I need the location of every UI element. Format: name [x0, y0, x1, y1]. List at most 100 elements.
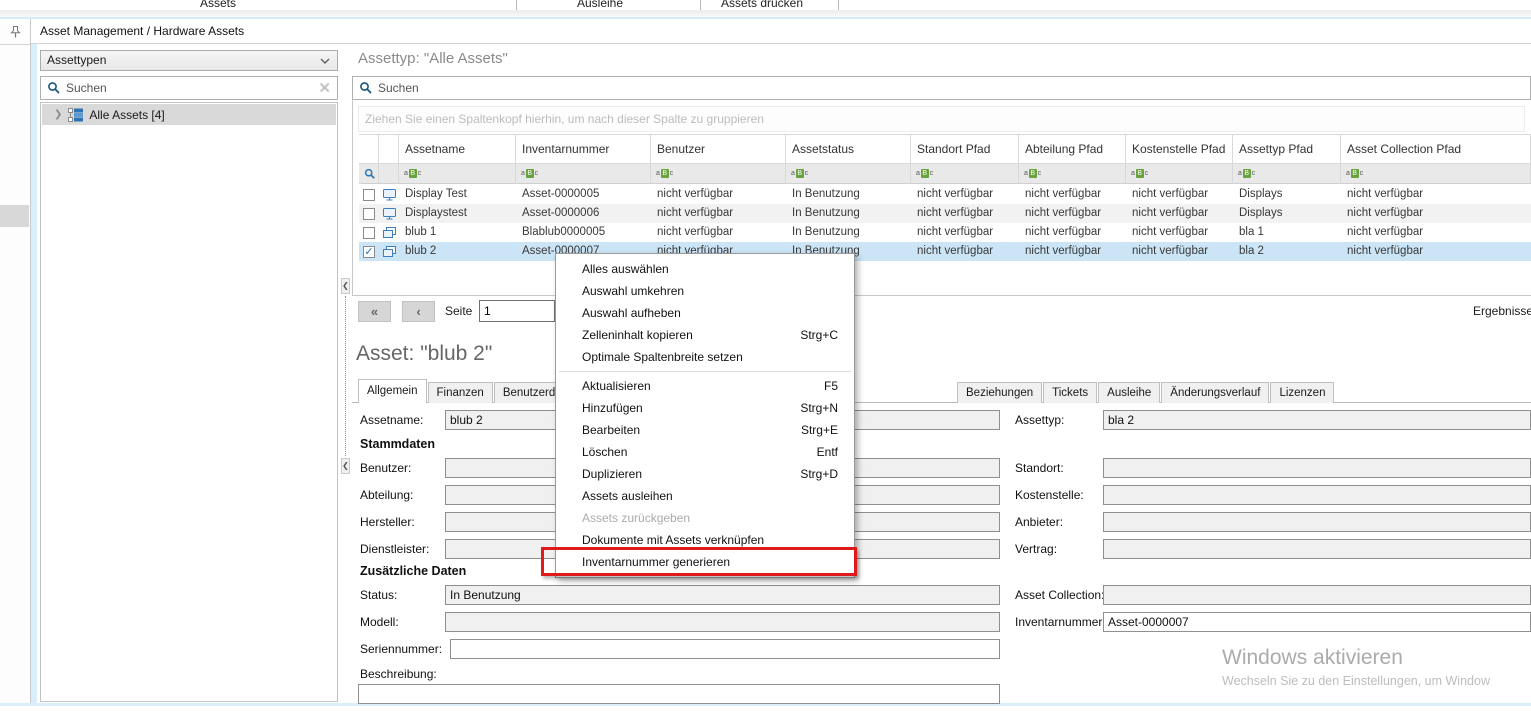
panel-splitter[interactable]: ❮ ❮ — [341, 278, 350, 474]
previous-page-button[interactable]: ‹ — [402, 301, 435, 322]
row-checkbox[interactable] — [363, 227, 375, 239]
windows-activation-watermark-sub: Wechseln Sie zu den Einstellungen, um Wi… — [1222, 674, 1490, 688]
assettypen-dropdown[interactable]: Assettypen — [40, 50, 338, 71]
menu-item-bearbeiten[interactable]: BearbeitenStrg+E — [556, 419, 854, 441]
column-header[interactable]: Benutzer — [651, 134, 786, 164]
sidebar-search-input[interactable] — [66, 79, 318, 97]
row-checkbox-checked[interactable]: ✓ — [363, 246, 375, 258]
detail-title: Asset: "blub 2" — [356, 342, 492, 366]
beschreibung-label: Beschreibung: — [360, 664, 437, 684]
menu-separator — [559, 371, 851, 372]
tab-lizenzen[interactable]: Lizenzen — [1270, 382, 1334, 403]
text-filter-icon: aBc — [791, 169, 808, 178]
search-icon — [47, 81, 61, 95]
dienstleister-label: Dienstleister: — [360, 539, 429, 559]
table-row[interactable]: blub 1Blablub0000005 nicht verfügbarIn B… — [359, 223, 1531, 242]
menu-item-auswahl-aufheben[interactable]: Auswahl aufheben — [556, 302, 854, 324]
column-header[interactable]: Inventarnummer — [516, 134, 651, 164]
collapse-left-icon[interactable]: ❮ — [341, 458, 350, 474]
benutzer-label: Benutzer: — [360, 458, 411, 478]
pin-button[interactable] — [0, 19, 30, 45]
grid-header-row: Assetname Inventarnummer Benutzer Assets… — [359, 134, 1531, 164]
monitor-icon — [383, 208, 396, 220]
ribbon-separator — [838, 0, 839, 10]
tab-allgemein[interactable]: Allgemein — [358, 379, 427, 403]
menu-item-duplizieren[interactable]: DuplizierenStrg+D — [556, 463, 854, 485]
kostenstelle-input[interactable] — [1103, 485, 1531, 505]
table-row[interactable]: DisplaystestAsset-0000006 nicht verfügba… — [359, 204, 1531, 223]
tab-aenderungsverlauf[interactable]: Änderungsverlauf — [1161, 382, 1269, 403]
tab-ausleihe[interactable]: Ausleihe — [1098, 382, 1160, 403]
column-header[interactable]: Asset Collection Pfad — [1341, 134, 1531, 164]
header-select-column[interactable] — [359, 134, 379, 164]
menu-item-loeschen[interactable]: LöschenEntf — [556, 441, 854, 463]
windows-icon — [383, 227, 396, 239]
assettyp-input[interactable] — [1103, 410, 1531, 430]
vertrag-label: Vertrag: — [1015, 539, 1057, 559]
menu-item-optimale-spaltenbreite[interactable]: Optimale Spaltenbreite setzen — [556, 346, 854, 368]
ribbon-tab-assets[interactable]: Assets — [180, 0, 256, 10]
text-filter-icon: aBc — [1024, 169, 1041, 178]
column-header[interactable]: Standort Pfad — [911, 134, 1019, 164]
tab-finanzen[interactable]: Finanzen — [428, 382, 493, 403]
grid-filter-row: aBc aBc aBc aBc aBc aBc aBc aBc aBc — [359, 164, 1531, 184]
tab-beziehungen[interactable]: Beziehungen — [957, 382, 1042, 403]
collapse-left-icon[interactable]: ❮ — [341, 278, 350, 294]
tree-item-alle-assets[interactable]: ❯ Alle Assets [4] — [42, 104, 336, 125]
asset-collection-input[interactable] — [1103, 585, 1531, 605]
menu-item-auswahl-umkehren[interactable]: Auswahl umkehren — [556, 280, 854, 302]
chevron-down-icon — [320, 58, 330, 64]
column-header[interactable]: Assetname — [399, 134, 516, 164]
filter-cell[interactable]: aBc — [1233, 164, 1341, 184]
vertrag-input[interactable] — [1103, 539, 1531, 559]
modell-input[interactable] — [445, 612, 1000, 632]
filter-cell[interactable]: aBc — [911, 164, 1019, 184]
filter-search-cell[interactable] — [359, 164, 379, 184]
ribbon-tab-row: Assets Ausleihe Assets drucken — [0, 0, 1531, 10]
table-row-selected[interactable]: ✓ blub 2Asset-0000007 nicht verfügbarIn … — [359, 242, 1531, 261]
sidebar-search: ✕ — [40, 76, 338, 100]
clear-search-icon[interactable]: ✕ — [318, 81, 331, 96]
menu-item-alles-auswaehlen[interactable]: Alles auswählen — [556, 258, 854, 280]
row-checkbox[interactable] — [363, 208, 375, 220]
ribbon-tab-assets-drucken[interactable]: Assets drucken — [712, 0, 812, 10]
menu-item-inventarnummer-generieren[interactable]: Inventarnummer generieren — [556, 551, 854, 573]
seriennummer-input[interactable] — [450, 639, 1000, 659]
filter-cell[interactable]: aBc — [1341, 164, 1531, 184]
tab-tickets[interactable]: Tickets — [1043, 382, 1097, 403]
first-page-button[interactable]: « — [358, 301, 391, 322]
status-input[interactable] — [445, 585, 1000, 605]
filter-cell[interactable]: aBc — [399, 164, 516, 184]
grid-search-input[interactable] — [378, 79, 1530, 97]
menu-item-dokumente-verknuepfen[interactable]: Dokumente mit Assets verknüpfen — [556, 529, 854, 551]
column-header[interactable]: Assettyp Pfad — [1233, 134, 1341, 164]
inventarnummer-input[interactable] — [1103, 612, 1531, 632]
beschreibung-input[interactable] — [358, 684, 1000, 704]
menu-item-zelleninhalt-kopieren[interactable]: Zelleninhalt kopierenStrg+C — [556, 324, 854, 346]
menu-item-hinzufuegen[interactable]: HinzufügenStrg+N — [556, 397, 854, 419]
anbieter-input[interactable] — [1103, 512, 1531, 532]
page-number-input[interactable] — [479, 300, 555, 322]
filter-cell[interactable]: aBc — [516, 164, 651, 184]
header-icon-column[interactable] — [379, 134, 399, 164]
table-row[interactable]: Display TestAsset-0000005 nicht verfügba… — [359, 185, 1531, 204]
menu-item-aktualisieren[interactable]: AktualisierenF5 — [556, 375, 854, 397]
row-checkbox[interactable] — [363, 189, 375, 201]
column-header[interactable]: Kostenstelle Pfad — [1126, 134, 1233, 164]
inventarnummer-label: Inventarnummer: — [1015, 612, 1106, 632]
column-header[interactable]: Abteilung Pfad — [1019, 134, 1126, 164]
menu-item-assets-ausleihen[interactable]: Assets ausleihen — [556, 485, 854, 507]
tree-expand-icon[interactable]: ❯ — [54, 109, 62, 120]
standort-input[interactable] — [1103, 458, 1531, 478]
assetname-label: Assetname: — [360, 410, 423, 430]
collapsed-panel-handle[interactable] — [0, 205, 29, 227]
filter-cell[interactable]: aBc — [786, 164, 911, 184]
filter-cell[interactable]: aBc — [651, 164, 786, 184]
filter-cell[interactable]: aBc — [1126, 164, 1233, 184]
filter-cell[interactable]: aBc — [1019, 164, 1126, 184]
column-header[interactable]: Assetstatus — [786, 134, 911, 164]
ribbon-separator — [516, 0, 517, 10]
hersteller-label: Hersteller: — [360, 512, 415, 532]
ribbon-tab-ausleihe[interactable]: Ausleihe — [560, 0, 640, 10]
group-by-hint: Ziehen Sie einen Spaltenkopf hierhin, um… — [358, 106, 1525, 132]
